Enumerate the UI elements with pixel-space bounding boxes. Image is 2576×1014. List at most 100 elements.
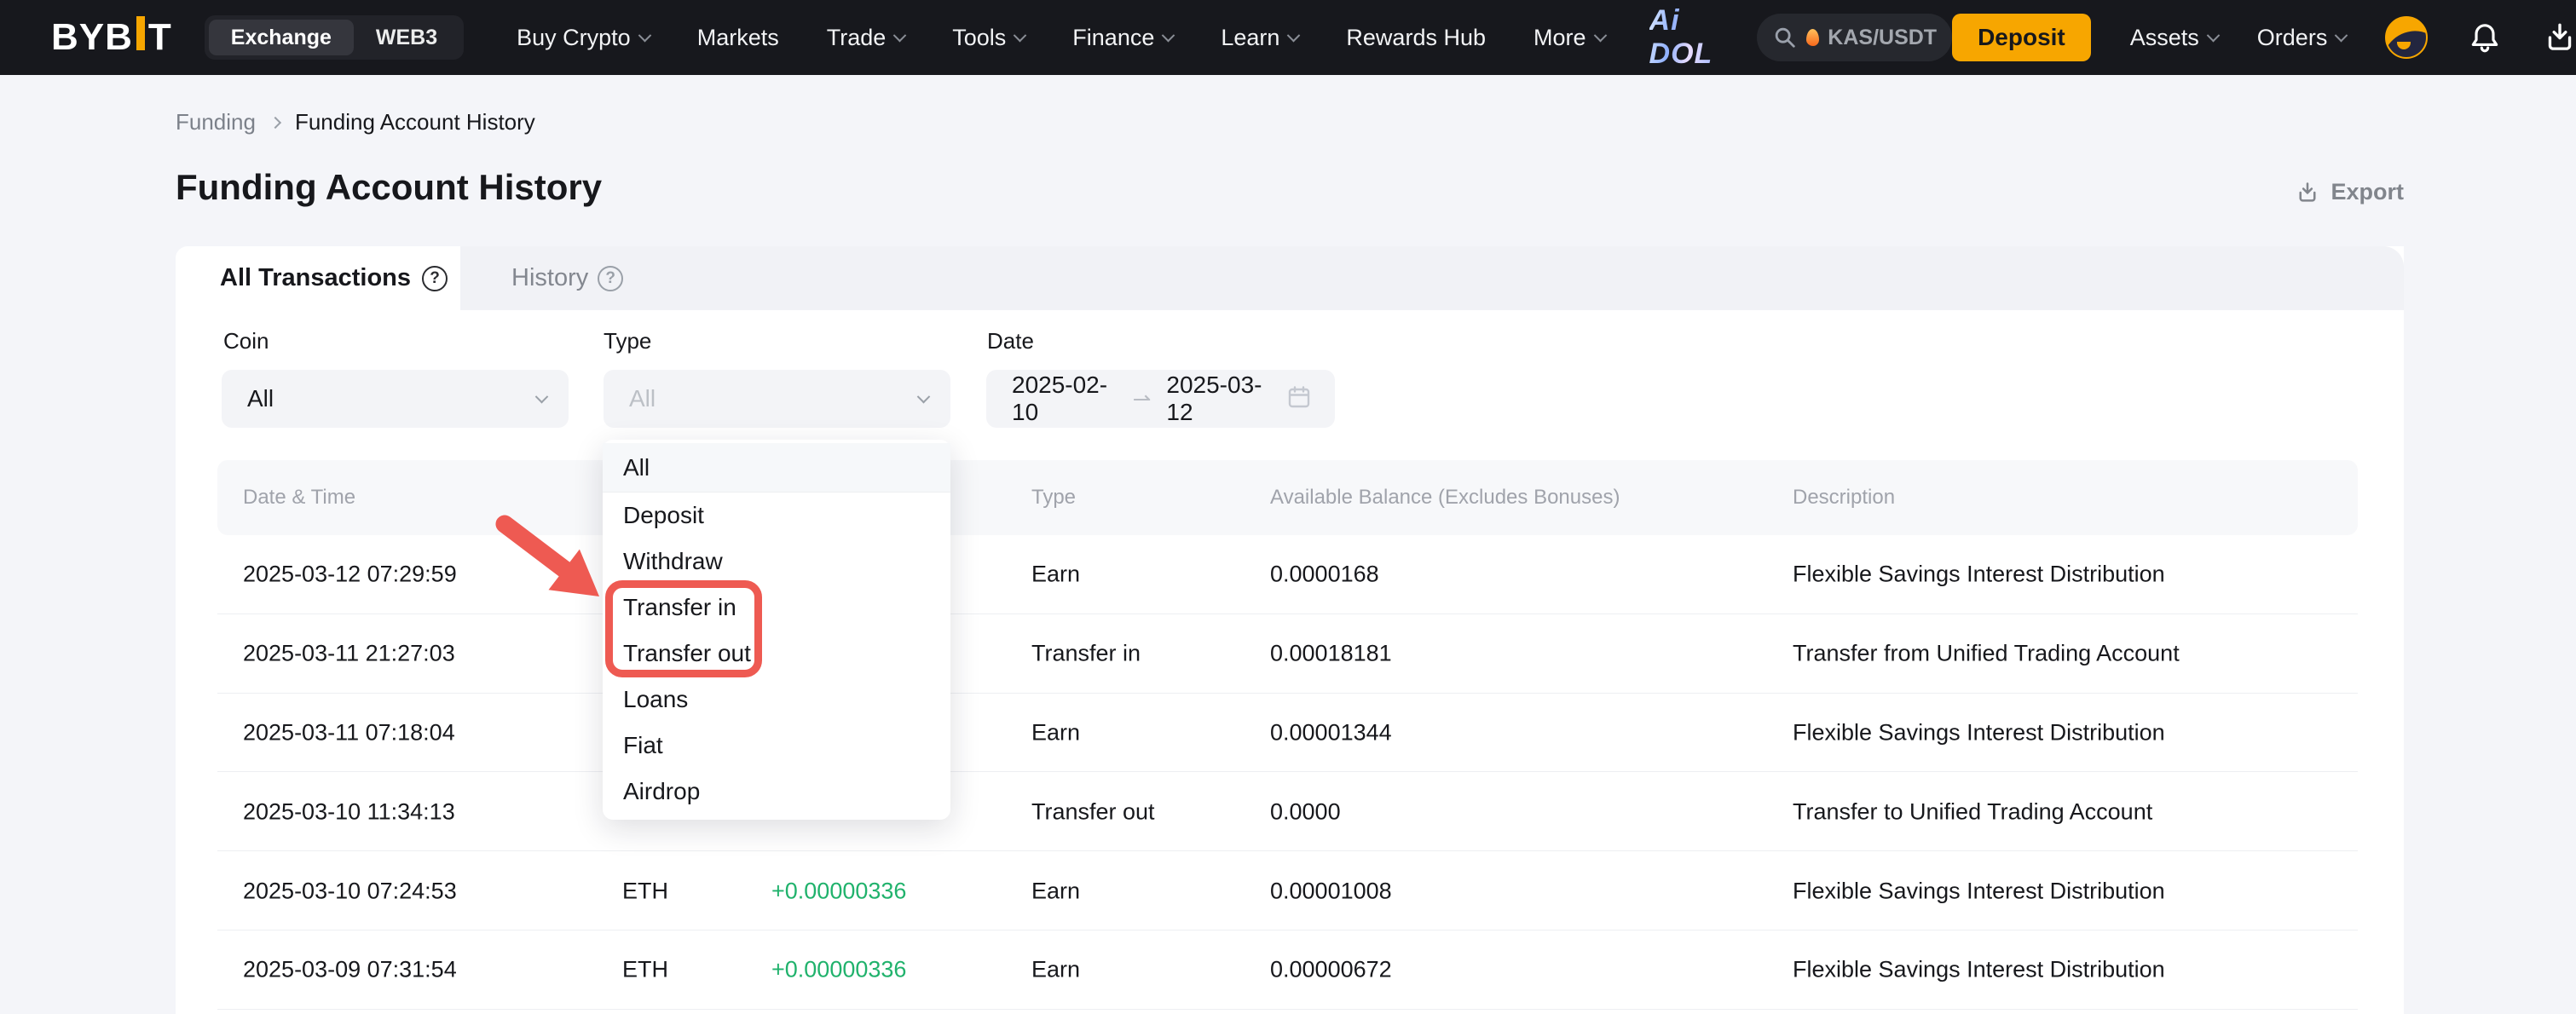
dropdown-item-transfer-in[interactable]: Transfer in — [603, 585, 950, 631]
cell-type: Transfer in — [1031, 641, 1141, 667]
cell-description: Flexible Savings Interest Distribution — [1793, 562, 2165, 588]
nav-label: Buy Crypto — [517, 25, 631, 51]
toggle-exchange-label: Exchange — [231, 26, 332, 50]
chevron-down-icon — [1287, 28, 1301, 42]
nav-item-markets[interactable]: Markets — [697, 25, 779, 51]
logo-text-right: T — [148, 16, 172, 59]
cell-balance: 0.00018181 — [1270, 641, 1392, 667]
nav-label: Markets — [697, 25, 779, 51]
dropdown-item-deposit[interactable]: Deposit — [603, 493, 950, 539]
dropdown-item-withdraw[interactable]: Withdraw — [603, 539, 950, 585]
help-icon[interactable]: ? — [422, 266, 448, 291]
breadcrumb: Funding Funding Account History — [176, 109, 535, 135]
table-row: 2025-03-12 07:29:59 Earn 0.0000168 Flexi… — [176, 535, 2404, 614]
cell-balance: 0.00000672 — [1270, 957, 1392, 983]
dropdown-item-all[interactable]: All — [603, 443, 950, 493]
type-filter-label: Type — [604, 328, 651, 354]
coin-select[interactable]: All — [222, 370, 569, 428]
cell-type: Earn — [1031, 878, 1080, 904]
bell-icon — [2467, 20, 2503, 55]
user-avatar[interactable] — [2385, 16, 2428, 59]
table-row: 2025-03-11 07:18:04 Earn 0.00001344 Flex… — [176, 694, 2404, 773]
dropdown-item-fiat[interactable]: Fiat — [603, 723, 950, 769]
nav-item-finance[interactable]: Finance — [1072, 25, 1173, 51]
breadcrumb-funding[interactable]: Funding — [176, 109, 256, 135]
logo-yellow-bar — [136, 16, 145, 50]
nav-item-buy-crypto[interactable]: Buy Crypto — [517, 25, 650, 51]
cell-description: Flexible Savings Interest Distribution — [1793, 957, 2165, 983]
table-row: 2025-03-09 07:31:54 ETH +0.00000336 Earn… — [176, 930, 2404, 1010]
cell-datetime: 2025-03-11 21:27:03 — [243, 641, 455, 667]
logo-text-left: BYB — [51, 16, 133, 59]
notifications-button[interactable] — [2467, 20, 2503, 55]
nav-item-more[interactable]: More — [1533, 25, 1605, 51]
range-arrow-icon: ⇀ — [1133, 386, 1152, 412]
nav-label: Assets — [2130, 25, 2199, 51]
breadcrumb-current: Funding Account History — [295, 109, 535, 135]
type-dropdown-menu: All Deposit Withdraw Transfer in Transfe… — [603, 440, 950, 820]
download-app-button[interactable] — [2542, 20, 2576, 55]
deposit-button[interactable]: Deposit — [1952, 14, 2091, 61]
dropdown-item-loans[interactable]: Loans — [603, 677, 950, 723]
page: BYB T Exchange WEB3 Buy Crypto Markets Tr… — [0, 0, 2576, 1014]
nav-item-learn[interactable]: Learn — [1221, 25, 1298, 51]
page-title: Funding Account History — [176, 167, 602, 208]
tab-history-label: History — [511, 264, 588, 292]
cell-type: Earn — [1031, 562, 1080, 588]
col-description: Description — [1793, 486, 1895, 510]
chevron-down-icon — [535, 389, 549, 403]
cell-balance: 0.0000168 — [1270, 562, 1379, 588]
cell-type: Earn — [1031, 957, 1080, 983]
dropdown-item-transfer-out[interactable]: Transfer out — [603, 631, 950, 677]
type-select[interactable]: All — [604, 370, 950, 428]
toggle-web3[interactable]: WEB3 — [354, 20, 459, 55]
chevron-down-icon — [1593, 28, 1607, 42]
nav-label: Orders — [2257, 25, 2328, 51]
cell-amount: +0.00000336 — [771, 878, 906, 904]
cell-balance: 0.00001344 — [1270, 719, 1392, 746]
search-icon — [1772, 25, 1798, 50]
toggle-exchange[interactable]: Exchange — [209, 20, 354, 55]
col-type: Type — [1031, 486, 1076, 510]
aidol-logo[interactable]: Ai DOL — [1649, 4, 1713, 71]
date-range-picker[interactable]: 2025-02-10 ⇀ 2025-03-12 — [986, 370, 1335, 428]
date-from-value: 2025-02-10 — [1012, 372, 1118, 426]
dropdown-item-airdrop[interactable]: Airdrop — [603, 769, 950, 815]
cell-type: Earn — [1031, 719, 1080, 746]
nav-item-rewards-hub[interactable]: Rewards Hub — [1346, 25, 1486, 51]
coin-filter-label: Coin — [223, 328, 269, 354]
nav-right: Deposit Assets Orders — [1952, 14, 2576, 61]
cell-datetime: 2025-03-12 07:29:59 — [243, 562, 457, 588]
nav-item-assets[interactable]: Assets — [2130, 25, 2218, 51]
cell-datetime: 2025-03-11 07:18:04 — [243, 719, 455, 746]
export-button[interactable]: Export — [2295, 179, 2404, 205]
cell-description: Transfer from Unified Trading Account — [1793, 641, 2180, 667]
cell-description: Flexible Savings Interest Distribution — [1793, 719, 2165, 746]
top-nav: BYB T Exchange WEB3 Buy Crypto Markets Tr… — [0, 0, 2576, 75]
export-label: Export — [2331, 179, 2404, 205]
tab-history[interactable]: History ? — [511, 246, 623, 310]
nav-item-orders[interactable]: Orders — [2257, 25, 2347, 51]
nav-label: Tools — [952, 25, 1006, 51]
chevron-down-icon — [917, 389, 931, 403]
tab-all-transactions[interactable]: All Transactions ? — [176, 246, 460, 310]
search-box[interactable]: KAS/USDT — [1757, 14, 1952, 61]
nav-item-trade[interactable]: Trade — [827, 25, 905, 51]
coin-select-value: All — [247, 385, 274, 412]
chevron-down-icon — [893, 28, 907, 42]
nav-label: More — [1533, 25, 1586, 51]
bybit-logo[interactable]: BYB T — [51, 16, 172, 59]
cell-amount: +0.00000336 — [771, 957, 906, 983]
nav-item-tools[interactable]: Tools — [952, 25, 1025, 51]
nav-menu: Buy Crypto Markets Trade Tools Finance L… — [517, 25, 1604, 51]
chevron-down-icon — [2207, 28, 2221, 42]
chevron-down-icon — [638, 28, 651, 42]
tab-strip — [460, 246, 2404, 310]
chevron-down-icon — [1014, 28, 1027, 42]
table-body: 2025-03-12 07:29:59 Earn 0.0000168 Flexi… — [176, 535, 2404, 1010]
help-icon[interactable]: ? — [598, 266, 623, 291]
date-to-value: 2025-03-12 — [1166, 372, 1272, 426]
cell-type: Transfer out — [1031, 798, 1155, 825]
cell-description: Transfer to Unified Trading Account — [1793, 798, 2152, 825]
nav-label: Rewards Hub — [1346, 25, 1486, 51]
